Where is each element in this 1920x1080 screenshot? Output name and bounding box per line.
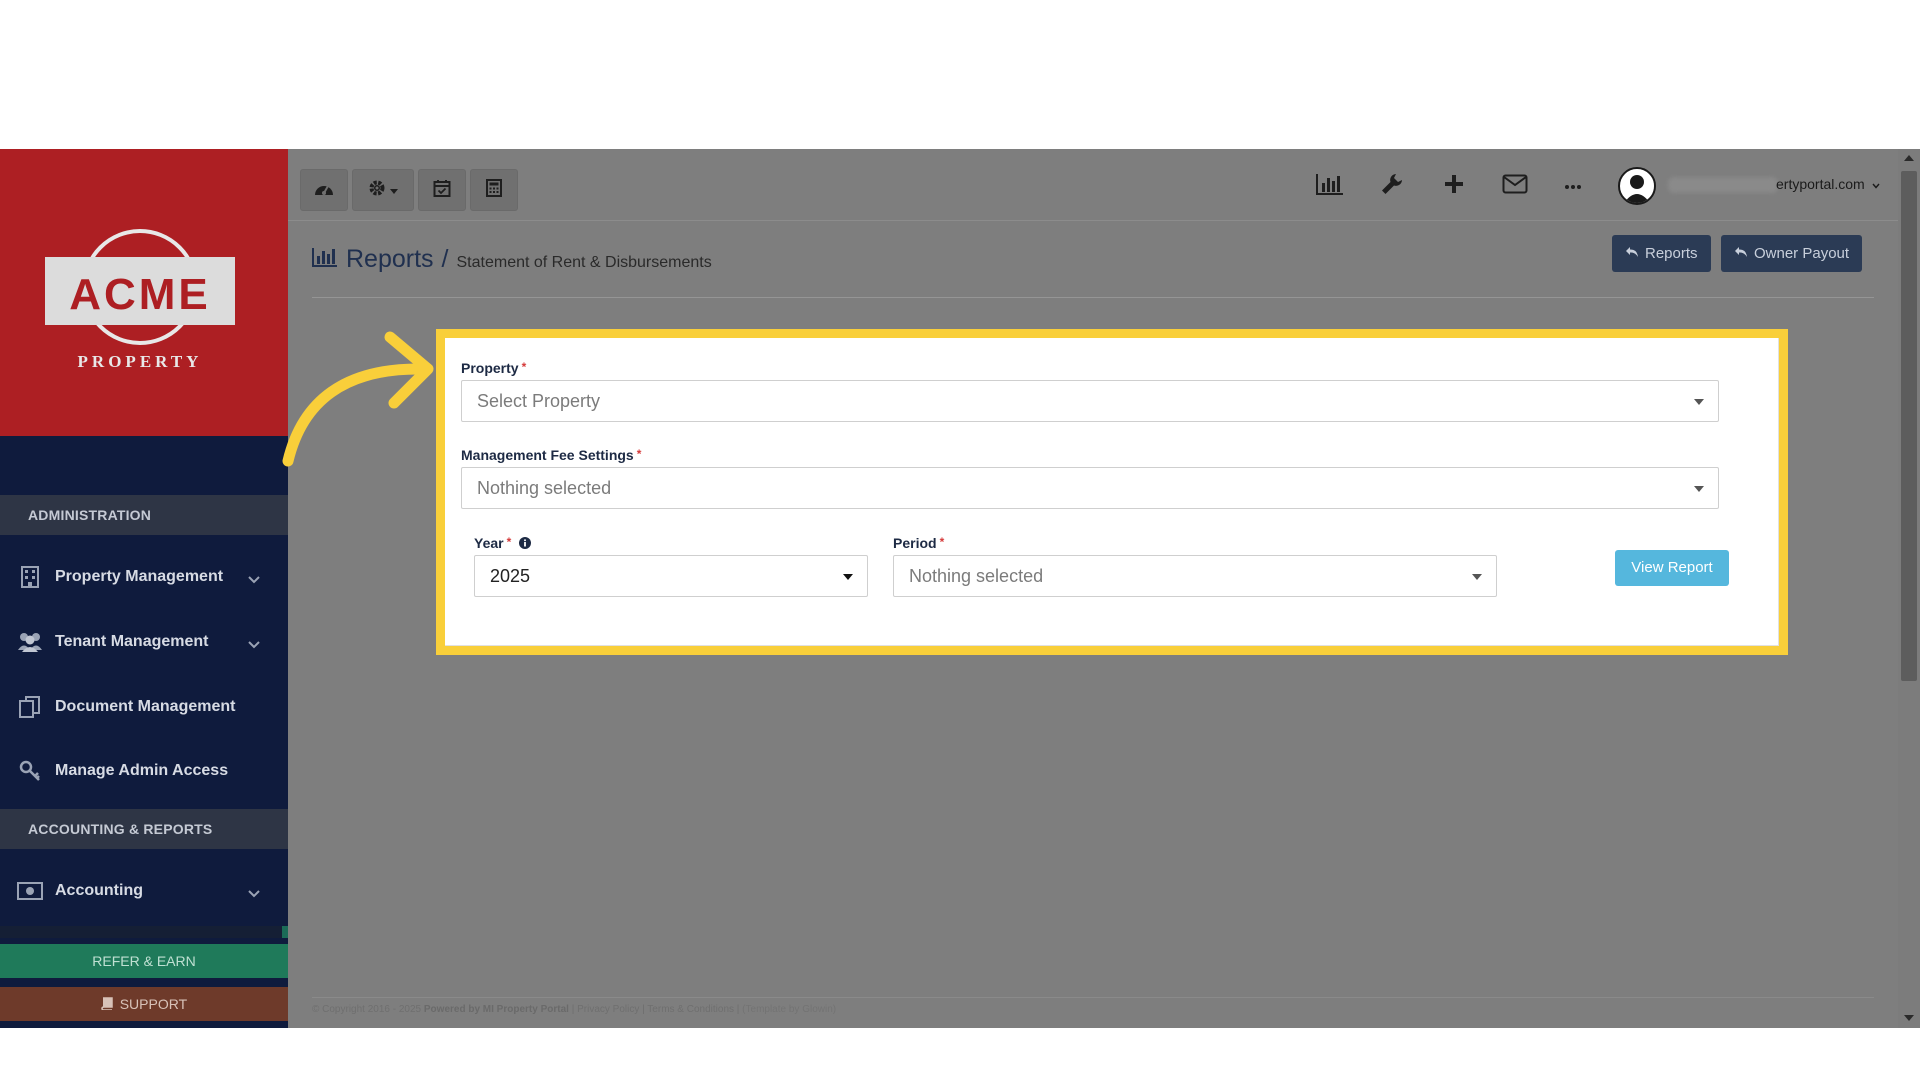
bar-chart-icon (1316, 173, 1344, 200)
user-email: ertyportal.com (1776, 176, 1865, 192)
support-button[interactable]: SUPPORT (0, 987, 288, 1021)
header-divider (312, 297, 1874, 298)
year-value: 2025 (490, 566, 531, 586)
app-window: ACME PROPERTY ADMINISTRATION Property Ma… (0, 149, 1920, 1028)
scroll-down-icon[interactable] (1904, 1015, 1914, 1021)
wrench-icon (1380, 172, 1404, 201)
chevron-down-icon (248, 885, 260, 903)
chevron-down-icon (248, 636, 260, 654)
vertical-scrollbar[interactable] (1898, 149, 1920, 1028)
calendar-icon (433, 179, 451, 202)
user-menu-toggle[interactable]: ertyportal.com (1776, 176, 1880, 192)
property-select-placeholder: Select Property (477, 391, 601, 411)
money-icon (17, 878, 43, 904)
sidebar-item-manage-admin-access[interactable]: Manage Admin Access (0, 745, 288, 797)
sidebar-item-label: Manage Admin Access (55, 762, 229, 779)
owner-payout-button[interactable]: Owner Payout (1721, 235, 1863, 272)
period-select[interactable]: Nothing selected (893, 555, 1497, 597)
chevron-down-icon (248, 571, 260, 589)
period-value: Nothing selected (909, 566, 1044, 586)
acme-logo-icon: ACME PROPERTY (45, 229, 235, 371)
sidebar-item-tenant-management[interactable]: Tenant Management (0, 616, 288, 668)
users-icon (17, 629, 43, 655)
property-label: Property * (461, 360, 527, 376)
info-icon[interactable] (519, 536, 532, 552)
add-button[interactable] (1434, 169, 1474, 203)
year-select[interactable]: 2025 (474, 555, 868, 597)
bar-chart-icon (312, 247, 338, 272)
more-icon (1564, 177, 1582, 195)
view-report-button[interactable]: View Report (1615, 550, 1729, 586)
footer-copyright: © Copyright 2016 - 2025 (312, 1004, 422, 1015)
sidebar-item-label: Document Management (55, 698, 236, 715)
sidebar-item-accounting[interactable]: Accounting (0, 865, 288, 917)
chevron-down-icon (1872, 176, 1880, 192)
plus-icon (1444, 174, 1464, 199)
sidebar-divider (0, 926, 288, 938)
sidebar-item-label: Accounting (55, 882, 143, 899)
period-label: Period * (893, 535, 945, 551)
caret-down-icon (843, 574, 853, 580)
annotation-arrow-icon (282, 331, 434, 467)
management-fee-select[interactable]: Nothing selected (461, 467, 1719, 509)
property-select[interactable]: Select Property (461, 380, 1719, 422)
scrollbar-thumb[interactable] (1901, 171, 1917, 681)
management-fee-value: Nothing selected (477, 478, 612, 498)
book-icon (101, 988, 113, 1022)
report-form: Property * Select Property Management Fee… (445, 338, 1779, 646)
reports-chart-button[interactable] (1310, 169, 1350, 203)
support-label: SUPPORT (119, 996, 188, 1012)
key-icon (17, 758, 43, 784)
caret-down-icon (1694, 486, 1704, 492)
user-avatar[interactable] (1618, 167, 1656, 205)
svg-text:ACME: ACME (69, 270, 211, 319)
gear-icon (368, 179, 386, 202)
main-content: ertyportal.com Reports / Statement of Re… (288, 149, 1898, 1028)
dashboard-button[interactable] (300, 169, 348, 211)
reports-button-label: Reports (1645, 245, 1698, 262)
messages-button[interactable] (1495, 169, 1535, 203)
management-fee-label: Management Fee Settings * (461, 447, 642, 463)
footer-links[interactable]: | Privacy Policy | Terms & Conditions | (572, 1004, 740, 1015)
caret-down-icon (1694, 399, 1704, 405)
brand-logo[interactable]: ACME PROPERTY (0, 149, 288, 436)
documents-icon (17, 694, 43, 720)
user-name-redacted (1668, 177, 1778, 193)
page-footer: © Copyright 2016 - 2025 Powered by MI Pr… (312, 997, 1874, 1015)
more-options-button[interactable] (1553, 169, 1593, 203)
section-heading-administration: ADMINISTRATION (0, 495, 288, 535)
reply-icon (1734, 245, 1754, 262)
dashboard-icon (314, 180, 334, 201)
sidebar-item-label: Property Management (55, 568, 224, 585)
footer-powered-by[interactable]: Powered by MI Property Portal (424, 1004, 569, 1015)
sidebar-item-label: Tenant Management (55, 633, 209, 650)
calculator-icon (486, 178, 502, 202)
mail-icon (1502, 174, 1528, 199)
calendar-button[interactable] (418, 169, 466, 211)
section-heading-accounting: ACCOUNTING & REPORTS (0, 809, 288, 849)
page-title[interactable]: Reports (346, 245, 434, 274)
calculator-button[interactable] (470, 169, 518, 211)
svg-text:PROPERTY: PROPERTY (78, 352, 203, 371)
tools-button[interactable] (1372, 169, 1412, 203)
breadcrumb-separator: / (441, 245, 449, 273)
scroll-up-icon[interactable] (1904, 155, 1914, 161)
back-to-reports-button[interactable]: Reports (1612, 235, 1711, 272)
page-header: Reports / Statement of Rent & Disburseme… (312, 245, 712, 281)
sidebar: ACME PROPERTY ADMINISTRATION Property Ma… (0, 149, 288, 1028)
settings-dropdown-button[interactable] (352, 169, 414, 211)
top-toolbar: ertyportal.com (288, 149, 1898, 221)
sidebar-item-property-management[interactable]: Property Management (0, 551, 288, 603)
building-icon (17, 564, 43, 590)
reply-icon (1625, 245, 1645, 262)
sidebar-item-document-management[interactable]: Document Management (0, 681, 288, 733)
refer-and-earn-button[interactable]: REFER & EARN (0, 944, 288, 978)
year-label: Year * (474, 535, 532, 552)
caret-down-icon (1472, 574, 1482, 580)
owner-payout-button-label: Owner Payout (1754, 245, 1850, 262)
report-form-highlight: Property * Select Property Management Fee… (436, 329, 1788, 655)
page-subtitle: Statement of Rent & Disbursements (456, 254, 712, 271)
caret-down-icon (390, 181, 398, 199)
footer-template: (Template by Glowin) (742, 1004, 837, 1015)
